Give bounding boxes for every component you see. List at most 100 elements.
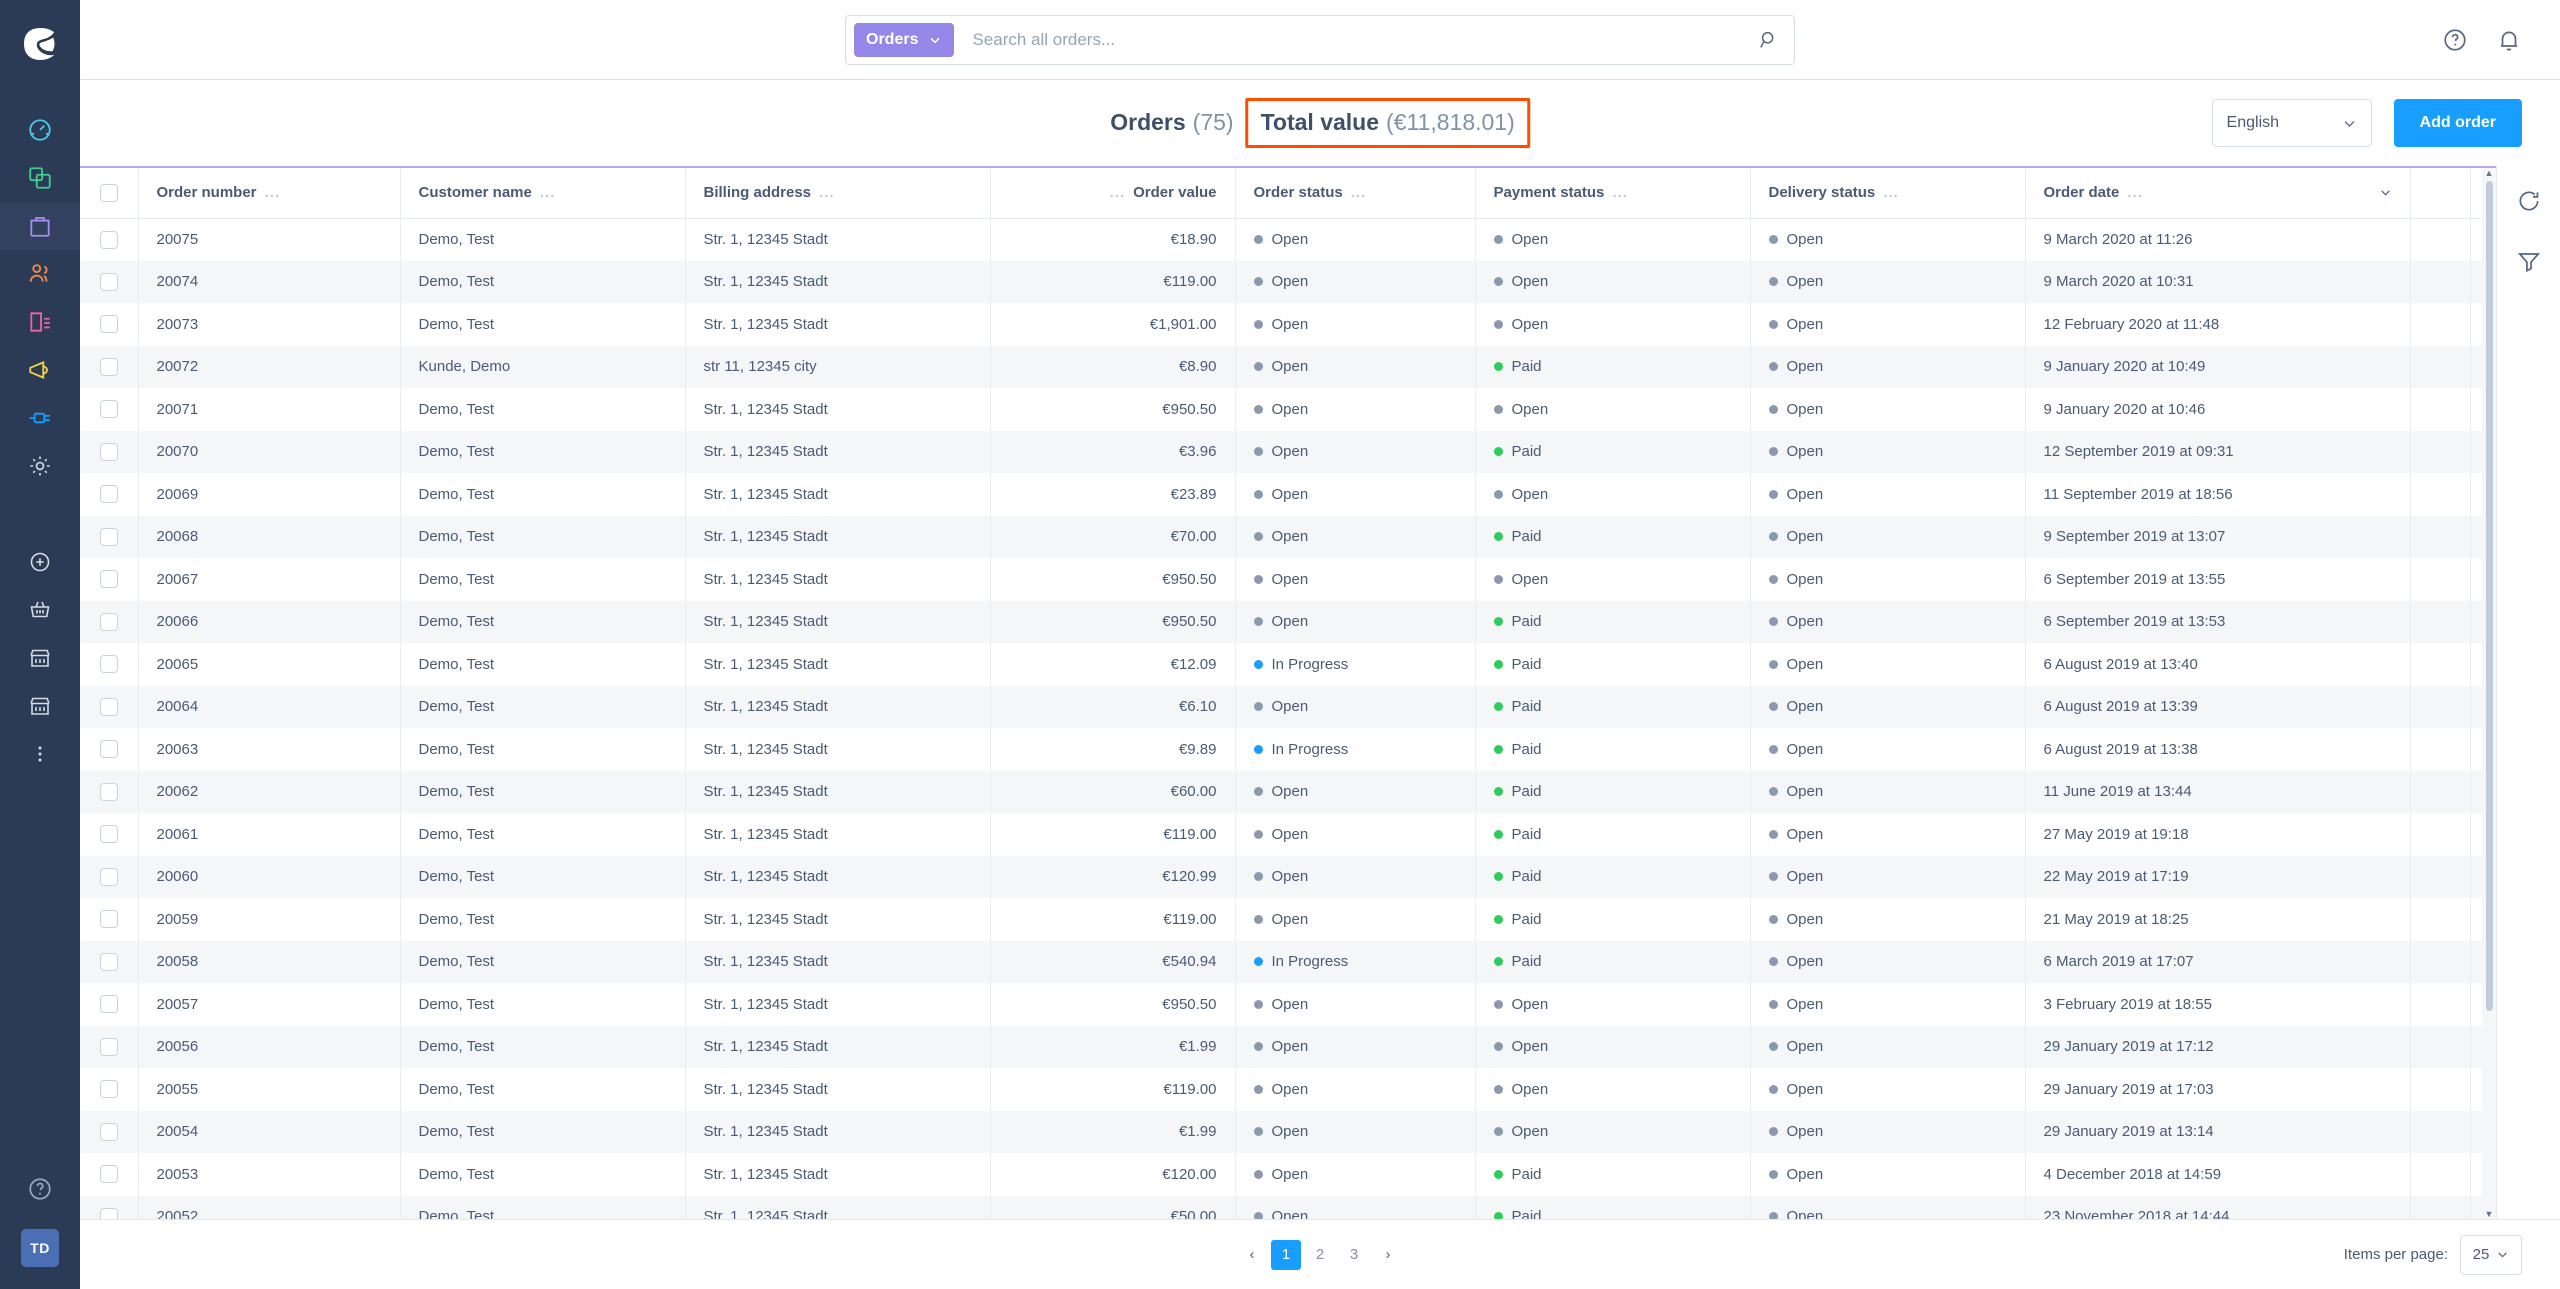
row-checkbox[interactable] (99, 442, 118, 461)
row-checkbox[interactable] (99, 570, 118, 589)
column-menu-icon[interactable]: ... (819, 185, 835, 200)
column-header-order-date[interactable]: Order date ... (2025, 168, 2411, 219)
row-checkbox[interactable] (99, 697, 118, 716)
grid-vertical-scrollbar[interactable]: ▲ ▼ (2482, 168, 2496, 1219)
table-row[interactable]: 20065 Demo, Test Str. 1, 12345 Stadt €12.09… (80, 643, 2556, 686)
column-menu-icon[interactable]: ... (1612, 185, 1628, 200)
row-checkbox[interactable] (99, 400, 118, 419)
table-row[interactable]: 20071 Demo, Test Str. 1, 12345 Stadt €950.5… (80, 388, 2556, 431)
row-checkbox[interactable] (99, 655, 118, 674)
pagination-page-3[interactable]: 3 (1339, 1240, 1369, 1270)
column-menu-icon[interactable]: ... (265, 185, 281, 200)
table-row[interactable]: 20058 Demo, Test Str. 1, 12345 Stadt €540.9… (80, 940, 2556, 983)
table-row[interactable]: 20069 Demo, Test Str. 1, 12345 Stadt €23.89… (80, 473, 2556, 516)
column-menu-icon[interactable]: ... (1351, 185, 1367, 200)
sidebar-item-marketing[interactable] (0, 346, 80, 394)
search-scope-selector[interactable]: Orders (854, 22, 955, 57)
column-header-order-number[interactable]: Order number ... (138, 168, 401, 219)
row-checkbox[interactable] (99, 867, 118, 886)
sidebar-item-dashboard[interactable] (0, 106, 80, 154)
pagination-prev[interactable]: ‹ (1237, 1240, 1267, 1270)
sidebar-shortcut-storefront-2[interactable] (0, 682, 80, 730)
search-input[interactable] (972, 29, 1758, 50)
row-checkbox[interactable] (99, 910, 118, 929)
table-row[interactable]: 20072 Kunde, Demo str 11, 12345 city €8.90 O… (80, 345, 2556, 388)
column-header-payment-status[interactable]: Payment status ... (1475, 168, 1751, 219)
column-menu-icon[interactable]: ... (2127, 185, 2143, 200)
row-checkbox[interactable] (99, 485, 118, 504)
sidebar-item-orders[interactable] (0, 202, 80, 250)
table-row[interactable]: 20073 Demo, Test Str. 1, 12345 Stadt €1,901… (80, 303, 2556, 346)
column-header-order-status[interactable]: Order status ... (1235, 168, 1476, 219)
table-row[interactable]: 20061 Demo, Test Str. 1, 12345 Stadt €119.0… (80, 813, 2556, 856)
table-row[interactable]: 20062 Demo, Test Str. 1, 12345 Stadt €60.00… (80, 770, 2556, 813)
table-row[interactable]: 20060 Demo, Test Str. 1, 12345 Stadt €120.9… (80, 855, 2556, 898)
table-row[interactable]: 20054 Demo, Test Str. 1, 12345 Stadt €1.99 O… (80, 1110, 2556, 1153)
column-header-order-value[interactable]: ... Order value (990, 168, 1236, 219)
table-row[interactable]: 20053 Demo, Test Str. 1, 12345 Stadt €120.0… (80, 1153, 2556, 1196)
refresh-icon[interactable] (2516, 188, 2542, 214)
row-checkbox[interactable] (99, 527, 118, 546)
column-header-delivery-status[interactable]: Delivery status ... (1750, 168, 2026, 219)
table-row[interactable]: 20057 Demo, Test Str. 1, 12345 Stadt €950.5… (80, 983, 2556, 1026)
pagination-page-2[interactable]: 2 (1305, 1240, 1335, 1270)
row-checkbox[interactable] (99, 1165, 118, 1184)
global-search-bar[interactable]: Orders (845, 14, 1795, 65)
table-row[interactable]: 20056 Demo, Test Str. 1, 12345 Stadt €1.99 O… (80, 1025, 2556, 1068)
sidebar-item-customers[interactable] (0, 250, 80, 298)
table-row[interactable]: 20064 Demo, Test Str. 1, 12345 Stadt €6.10 O… (80, 685, 2556, 728)
avatar[interactable]: TD (21, 1229, 59, 1267)
row-checkbox[interactable] (99, 825, 118, 844)
sidebar-shortcut-storefront-1[interactable] (0, 634, 80, 682)
items-per-page-select[interactable]: 25 (2460, 1234, 2522, 1275)
sidebar-item-content[interactable] (0, 298, 80, 346)
select-all-checkbox[interactable] (99, 183, 118, 202)
sidebar-item-catalogues[interactable] (0, 154, 80, 202)
table-row[interactable]: 20074 Demo, Test Str. 1, 12345 Stadt €119.0… (80, 260, 2556, 303)
add-order-button[interactable]: Add order (2393, 99, 2522, 147)
column-menu-icon[interactable]: ... (1110, 185, 1126, 200)
row-checkbox[interactable] (99, 782, 118, 801)
row-checkbox[interactable] (99, 230, 118, 249)
sidebar-help-button[interactable] (27, 1176, 53, 1207)
row-checkbox[interactable] (99, 315, 118, 334)
bell-icon[interactable] (2496, 27, 2522, 53)
scroll-up-arrow[interactable]: ▲ (2485, 168, 2494, 178)
row-checkbox[interactable] (99, 1037, 118, 1056)
row-checkbox[interactable] (99, 952, 118, 971)
search-icon[interactable] (1758, 29, 1780, 51)
sidebar-shortcut-add-new[interactable] (0, 538, 80, 586)
row-checkbox[interactable] (99, 357, 118, 376)
sidebar-shortcut-more[interactable] (0, 730, 80, 778)
sidebar-shortcut-basket[interactable] (0, 586, 80, 634)
column-menu-icon[interactable]: ... (1883, 185, 1899, 200)
language-select[interactable]: English (2211, 99, 2372, 147)
table-row[interactable]: 20055 Demo, Test Str. 1, 12345 Stadt €119.0… (80, 1068, 2556, 1111)
table-row[interactable]: 20063 Demo, Test Str. 1, 12345 Stadt €9.89 I… (80, 728, 2556, 771)
chevron-down-icon[interactable] (2379, 186, 2392, 199)
table-row[interactable]: 20068 Demo, Test Str. 1, 12345 Stadt €70.00… (80, 515, 2556, 558)
scrollbar-thumb[interactable] (2485, 181, 2493, 1011)
sidebar-item-extensions[interactable] (0, 394, 80, 442)
row-checkbox[interactable] (99, 612, 118, 631)
filter-icon[interactable] (2516, 248, 2542, 274)
column-menu-icon[interactable]: ... (540, 185, 556, 200)
shopware-logo-icon[interactable] (18, 22, 62, 66)
help-circle-icon[interactable] (2442, 27, 2468, 53)
row-checkbox[interactable] (99, 995, 118, 1014)
table-row[interactable]: 20070 Demo, Test Str. 1, 12345 Stadt €3.96 O… (80, 430, 2556, 473)
row-checkbox[interactable] (99, 272, 118, 291)
pagination-page-1[interactable]: 1 (1271, 1239, 1301, 1270)
column-header-billing-address[interactable]: Billing address ... (685, 168, 991, 219)
table-row[interactable]: 20075 Demo, Test Str. 1, 12345 Stadt €18.90… (80, 218, 2556, 261)
pagination-next[interactable]: › (1373, 1240, 1403, 1270)
scroll-down-arrow[interactable]: ▼ (2485, 1209, 2494, 1219)
row-checkbox[interactable] (99, 740, 118, 759)
table-row[interactable]: 20059 Demo, Test Str. 1, 12345 Stadt €119.0… (80, 898, 2556, 941)
table-row[interactable]: 20067 Demo, Test Str. 1, 12345 Stadt €950.5… (80, 558, 2556, 601)
row-checkbox[interactable] (99, 1122, 118, 1141)
sidebar-item-settings[interactable] (0, 442, 80, 490)
column-header-customer-name[interactable]: Customer name ... (400, 168, 686, 219)
row-checkbox[interactable] (99, 1080, 118, 1099)
table-row[interactable]: 20066 Demo, Test Str. 1, 12345 Stadt €950.5… (80, 600, 2556, 643)
